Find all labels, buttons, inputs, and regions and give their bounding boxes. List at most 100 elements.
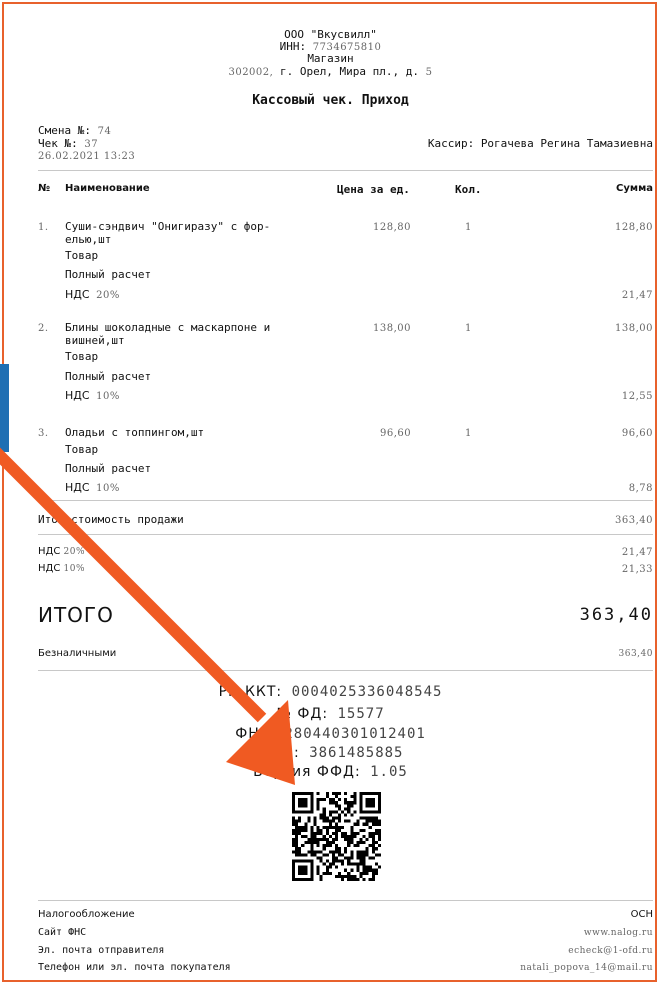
fn-label: ФН:: [235, 726, 266, 742]
item-name: Оладьи с топпингом,шт: [65, 426, 205, 439]
rn-value: 0004025336048545: [291, 684, 443, 700]
item-num: 3.: [38, 428, 49, 439]
fd-value: 15577: [337, 706, 385, 722]
item-num: 1.: [38, 222, 49, 233]
check-line: Чек №: 37: [38, 137, 98, 150]
address-prefix: 302002,: [228, 67, 274, 78]
item-num: 2.: [38, 323, 49, 334]
shift-label: Смена №:: [38, 124, 91, 137]
qr-code: [292, 792, 381, 881]
item-sum: 138,00: [615, 323, 653, 334]
item-payment: Полный расчет: [65, 370, 152, 383]
item-type: Товар: [65, 443, 99, 456]
receipt-datetime: 26.02.2021 13:23: [38, 151, 136, 162]
divider: [38, 534, 653, 535]
vat10-line: НДС 10%: [38, 563, 85, 574]
item-qty: 1: [465, 428, 472, 439]
item-sum: 96,60: [621, 428, 653, 439]
sender-email[interactable]: echeck@1-ofd.ru: [568, 946, 653, 956]
ffd-value: 1.05: [370, 764, 408, 780]
itogo-value: 363,40: [579, 605, 653, 625]
vat10-label: НДС: [38, 563, 61, 574]
buyer-contact[interactable]: natali_popova_14@mail.ru: [520, 963, 653, 973]
ffd-line: Версия ФФД: 1.05: [0, 764, 661, 780]
fn-line: ФН: 9280440301012401: [0, 726, 661, 742]
address-number: 5: [425, 67, 433, 78]
col-name: Наименование: [65, 183, 150, 194]
item-vat-sum: 8,78: [628, 483, 653, 494]
cashier-label: Кассир:: [427, 137, 475, 150]
item-vat: НДС 10%: [65, 481, 120, 494]
item-vat: НДС 20%: [65, 288, 120, 301]
fd-label: № ФД:: [276, 706, 329, 722]
ffd-label: Версия ФФД:: [253, 764, 361, 780]
fpd-line: ФПД: 3861485885: [0, 745, 661, 761]
vat10-rate: 10%: [63, 564, 86, 574]
vat-label: НДС: [65, 288, 90, 301]
col-qty: Кол.: [455, 183, 482, 196]
cashless-value: 363,40: [618, 649, 653, 659]
address-line: 302002, г. Орел, Мира пл., д. 5: [0, 65, 661, 78]
fd-line: № ФД: 15577: [0, 706, 661, 722]
divider: [38, 900, 653, 901]
tax-value: ОСН: [630, 909, 653, 920]
side-tab: [0, 364, 9, 452]
item-vat: НДС 10%: [65, 389, 120, 402]
check-value: 37: [84, 139, 99, 150]
sale-total-label: Итог стоимость продажи: [38, 513, 184, 526]
shift-line: Смена №: 74: [38, 124, 111, 137]
item-type: Товар: [65, 350, 99, 363]
item-name-cont: елью,шт: [65, 233, 112, 246]
item-vat-sum: 12,55: [621, 391, 653, 402]
address-text: г. Орел, Мира пл., д.: [279, 65, 420, 78]
item-sum: 128,80: [615, 222, 653, 233]
item-payment: Полный расчет: [65, 462, 152, 475]
vat20-line: НДС 20%: [38, 546, 85, 557]
shift-value: 74: [97, 126, 112, 137]
item-type: Товар: [65, 249, 99, 262]
sale-total-value: 363,40: [615, 515, 653, 526]
col-sum: Сумма: [616, 183, 653, 194]
rn-label: РН ККТ:: [218, 684, 283, 700]
buyer-contact-label: Телефон или эл. почта покупателя: [38, 962, 231, 973]
col-num: №: [38, 183, 51, 194]
vat-rate: 20%: [96, 290, 120, 301]
fns-label: Сайт ФНС: [38, 927, 87, 938]
vat20-label: НДС: [38, 546, 61, 557]
item-qty: 1: [465, 222, 472, 233]
divider: [38, 670, 653, 671]
item-vat-sum: 21,47: [621, 290, 653, 301]
item-name-cont: вишней,шт: [65, 334, 125, 347]
store-label: Магазин: [307, 52, 354, 65]
receipt-title: Кассовый чек. Приход: [252, 93, 409, 108]
item-qty: 1: [465, 323, 472, 334]
fns-link[interactable]: www.nalog.ru: [584, 928, 653, 938]
item-payment: Полный расчет: [65, 268, 152, 281]
tax-label: Налогообложение: [38, 909, 135, 920]
fn-value: 9280440301012401: [274, 726, 426, 742]
item-price: 96,60: [380, 428, 412, 439]
cashless-label: Безналичными: [38, 648, 117, 659]
vat20-value: 21,47: [621, 547, 653, 558]
sender-email-label: Эл. почта отправителя: [38, 945, 165, 956]
col-price: Цена за ед.: [337, 183, 410, 196]
check-label: Чек №:: [38, 137, 78, 150]
cashier-line: Кассир: Рогачева Регина Тамазиевна: [428, 137, 653, 150]
vat-label: НДС: [65, 389, 90, 402]
item-price: 128,80: [373, 222, 411, 233]
item-name: Блины шоколадные с маскарпоне и: [65, 321, 271, 334]
vat-label: НДС: [65, 481, 90, 494]
fpd-value: 3861485885: [309, 745, 404, 761]
vat20-rate: 20%: [63, 547, 86, 557]
vat-rate: 10%: [96, 391, 120, 402]
vat-rate: 10%: [96, 483, 120, 494]
divider: [38, 170, 653, 171]
item-price: 138,00: [373, 323, 411, 334]
fpd-label: ФПД:: [257, 745, 300, 761]
item-name: Суши-сэндвич "Онигиразу" с фор-: [65, 220, 271, 233]
divider: [38, 500, 653, 501]
vat10-value: 21,33: [621, 564, 653, 575]
cashier-name: Рогачева Регина Тамазиевна: [480, 137, 653, 150]
itogo-label: ИТОГО: [38, 603, 114, 627]
rn-line: РН ККТ: 0004025336048545: [0, 684, 661, 700]
